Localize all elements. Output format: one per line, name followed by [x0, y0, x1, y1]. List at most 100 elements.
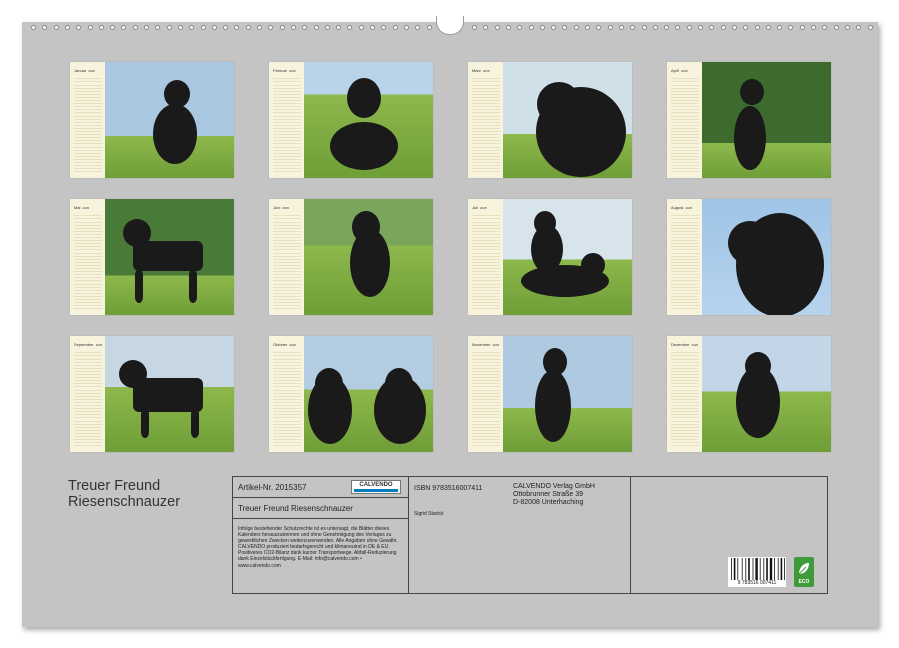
- binding-ring: [483, 25, 488, 30]
- binding-ring: [325, 25, 330, 30]
- month-thumbnail: April2025: [667, 62, 831, 178]
- month-name: April: [671, 68, 679, 73]
- month-label: April2025: [671, 68, 688, 73]
- month-year: 2025: [88, 69, 95, 73]
- binding-ring: [31, 25, 36, 30]
- binding-ring: [178, 25, 183, 30]
- binding-ring: [110, 25, 115, 30]
- calendar-title: Treuer Freund Riesenschnauzer: [68, 478, 180, 510]
- publisher-city: D-82008 Unterhaching: [513, 499, 583, 506]
- binding-ring: [800, 25, 805, 30]
- day-lines: [273, 76, 301, 174]
- binding-ring: [42, 25, 47, 30]
- month-thumbnail: Juni2025: [269, 199, 433, 315]
- binding-ring: [314, 25, 319, 30]
- month-label: Juli2025: [472, 205, 487, 210]
- binding-ring: [359, 25, 364, 30]
- barcode: 9 783516 007411: [728, 557, 786, 587]
- binding-ring: [529, 25, 534, 30]
- month-year: 2025: [480, 206, 487, 210]
- binding-ring: [743, 25, 748, 30]
- isbn: ISBN 9783516007411: [414, 485, 482, 492]
- binding-ring: [788, 25, 793, 30]
- dog-photo: [503, 62, 632, 178]
- day-lines: [671, 350, 699, 448]
- calendar-day-strip: Mai2025: [70, 199, 106, 315]
- month-label: Februar2025: [273, 68, 296, 73]
- month-name: August: [671, 205, 683, 210]
- month-year: 2025: [289, 343, 296, 347]
- month-year: 2025: [96, 343, 103, 347]
- month-year: 2025: [282, 206, 289, 210]
- month-name: Mai: [74, 205, 80, 210]
- day-lines: [671, 76, 699, 174]
- binding-ring: [223, 25, 228, 30]
- month-thumbnail: September2025: [70, 336, 234, 452]
- binding-ring: [868, 25, 873, 30]
- binding-ring: [121, 25, 126, 30]
- calvendo-logo-text: CALVENDO: [359, 482, 392, 488]
- calendar-day-strip: November2025: [468, 336, 504, 452]
- binding-ring: [845, 25, 850, 30]
- binding-ring: [755, 25, 760, 30]
- day-lines: [472, 76, 500, 174]
- calvendo-logo: CALVENDO: [351, 480, 401, 494]
- article-number: Artikel-Nr. 2015357: [238, 483, 306, 492]
- binding-ring: [585, 25, 590, 30]
- month-thumbnail: Juli2025: [468, 199, 632, 315]
- month-thumbnail: November2025: [468, 336, 632, 452]
- binding-ring: [370, 25, 375, 30]
- binding-ring: [495, 25, 500, 30]
- calendar-day-strip: Januar2025: [70, 62, 106, 178]
- month-year: 2025: [82, 206, 89, 210]
- binding-ring: [133, 25, 138, 30]
- binding-ring: [291, 25, 296, 30]
- photographer: Sigrid Starick: [414, 511, 443, 517]
- day-lines: [472, 350, 500, 448]
- month-year: 2025: [483, 69, 490, 73]
- month-label: März2025: [472, 68, 490, 73]
- binding-ring: [551, 25, 556, 30]
- dog-silhouette-icon: [503, 336, 632, 452]
- day-lines: [273, 213, 301, 311]
- day-lines: [472, 213, 500, 311]
- binding-ring: [347, 25, 352, 30]
- dog-photo: [105, 199, 234, 315]
- dog-silhouette-icon: [105, 62, 234, 178]
- binding-ring: [687, 25, 692, 30]
- month-label: Oktober2025: [273, 342, 296, 347]
- month-name: Februar: [273, 68, 287, 73]
- binding-ring: [280, 25, 285, 30]
- binding-ring: [709, 25, 714, 30]
- publisher-name: CALVENDO Verlag GmbH: [513, 483, 595, 490]
- dog-silhouette-icon: [105, 199, 234, 315]
- dog-silhouette-icon: [503, 62, 632, 178]
- month-thumbnail: März2025: [468, 62, 632, 178]
- month-year: 2025: [289, 69, 296, 73]
- calendar-day-strip: Juli2025: [468, 199, 504, 315]
- month-name: Dezember: [671, 342, 689, 347]
- binding-ring: [88, 25, 93, 30]
- binding-ring: [76, 25, 81, 30]
- month-thumbnail: Januar2025: [70, 62, 234, 178]
- calendar-day-strip: August2025: [667, 199, 703, 315]
- binding-ring: [766, 25, 771, 30]
- binding-ring: [630, 25, 635, 30]
- binding-ring: [234, 25, 239, 30]
- dog-photo: [105, 336, 234, 452]
- binding-ring: [653, 25, 658, 30]
- dog-photo: [304, 336, 433, 452]
- binding-ring: [336, 25, 341, 30]
- day-lines: [74, 213, 102, 311]
- barcode-number: 9 783516 007411: [728, 580, 786, 586]
- binding-ring: [212, 25, 217, 30]
- dog-silhouette-icon: [304, 336, 433, 452]
- month-label: Mai2025: [74, 205, 89, 210]
- month-label: August2025: [671, 205, 692, 210]
- binding-ring: [302, 25, 307, 30]
- dog-silhouette-icon: [105, 336, 234, 452]
- month-name: März: [472, 68, 481, 73]
- publisher-street: Ottobrunner Straße 39: [513, 491, 583, 498]
- binding-ring: [404, 25, 409, 30]
- dog-photo: [105, 62, 234, 178]
